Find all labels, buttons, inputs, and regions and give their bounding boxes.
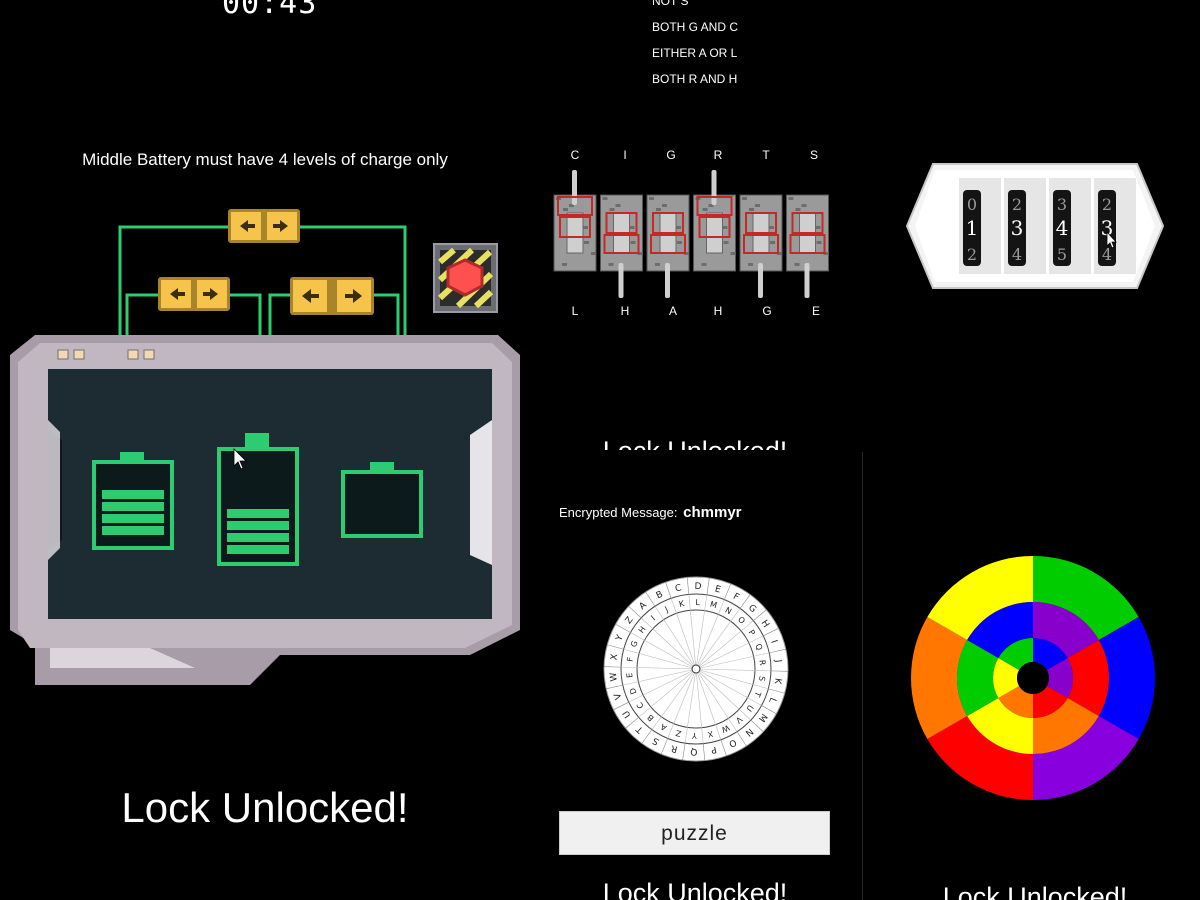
- dial-digit: 2: [1102, 195, 1112, 214]
- switch-bottom-label: A: [668, 304, 677, 318]
- combination-lock: 012234345234: [905, 163, 1165, 289]
- dial-digit: 2: [1012, 195, 1022, 214]
- color-lock-status-wrap: Lock Unlocked!: [900, 885, 1170, 900]
- cipher-inner-letter: E: [625, 672, 634, 678]
- toggle-switch[interactable]: [553, 170, 597, 272]
- color-wheel[interactable]: [908, 553, 1158, 803]
- toggle-switch[interactable]: [646, 194, 690, 298]
- clue-both-g-c: BOTH G AND C: [652, 20, 739, 34]
- encrypted-message-value: chmmyr: [683, 504, 742, 521]
- cipher-lock-status-wrap: Lock Unlocked!: [560, 880, 830, 900]
- top-arrow-pair: [228, 209, 300, 243]
- cipher-inner-letter: L: [695, 598, 700, 607]
- clue-both-r-h: BOTH R AND H: [652, 72, 738, 86]
- switch-top-label: S: [809, 148, 818, 162]
- dial-digit: 5: [1057, 245, 1067, 264]
- battery-instruction: Middle Battery must have 4 levels of cha…: [82, 150, 448, 169]
- dial-digit: 4: [1102, 245, 1112, 264]
- switch-bottom-label: E: [811, 304, 820, 318]
- answer-input[interactable]: puzzle: [559, 811, 830, 855]
- dial-digit: 1: [966, 216, 979, 240]
- clue-either-a-l: EITHER A OR L: [652, 46, 738, 60]
- dial-digit: 2: [967, 245, 977, 264]
- switch-bottom-label: H: [620, 304, 630, 318]
- right-arrow-pair: [290, 277, 374, 315]
- battery-left: [92, 452, 174, 550]
- battery-right: [341, 462, 423, 538]
- battery-middle: [217, 433, 299, 566]
- encrypted-message-label: Encrypted Message:: [559, 505, 678, 520]
- switch-lock-status: Lock Unlocked!: [560, 432, 830, 450]
- dial-digit: 0: [967, 195, 977, 214]
- lock-dial[interactable]: 0 1 2: [963, 190, 981, 266]
- cipher-wheel[interactable]: AIBJCKDLEMFN GO HPIQJRKSLTMUNVOWPXQYRZSATB…: [602, 575, 790, 763]
- cipher-lock-status: Lock Unlocked!: [602, 880, 788, 900]
- switch-bottom-label: H: [713, 304, 723, 318]
- toggle-switch[interactable]: [786, 194, 829, 298]
- switch-top-label: R: [713, 148, 723, 162]
- color-wheel-center: [1017, 662, 1049, 694]
- dial-digit: 4: [1056, 216, 1069, 240]
- battery-puzzle: [10, 209, 520, 685]
- red-hex-button: [433, 243, 498, 313]
- cipher-outer-letter: W: [609, 672, 620, 682]
- cipher-inner-letter: Y: [692, 731, 698, 740]
- clue-not-s: NOT S: [652, 0, 689, 8]
- battery-lock-status: Lock Unlocked!: [121, 784, 409, 831]
- panel-divider: [862, 452, 863, 900]
- toggle-switch[interactable]: [600, 194, 643, 298]
- left-arrow-pair: [158, 277, 230, 311]
- switch-top-label: T: [762, 148, 770, 162]
- switch-bottom-label: L: [571, 304, 579, 318]
- switch-top-label: G: [666, 148, 676, 162]
- dial-digit: 3: [1057, 195, 1067, 214]
- lock-dial[interactable]: 3 4 5: [1053, 190, 1071, 266]
- color-lock-status: Lock Unlocked!: [942, 885, 1128, 900]
- toggle-switch-row[interactable]: [548, 165, 838, 305]
- switch-lock-status-wrap: Lock Unlocked!: [560, 432, 830, 450]
- countdown-timer: 00:43: [222, 0, 318, 21]
- switch-bottom-label: G: [762, 304, 772, 318]
- lock-dial[interactable]: 234: [1098, 190, 1116, 266]
- encrypted-message: Encrypted Message: chmmyr: [559, 504, 742, 521]
- switch-top-label: C: [570, 148, 580, 162]
- toggle-switch[interactable]: [739, 194, 783, 298]
- switch-top-label: I: [623, 148, 627, 162]
- toggle-switch[interactable]: [693, 170, 736, 272]
- dial-digit: 4: [1012, 245, 1022, 264]
- cipher-outer-letter: Q: [690, 746, 697, 756]
- lock-dial[interactable]: 2 3 4: [1008, 190, 1026, 266]
- cipher-outer-letter: D: [694, 582, 701, 592]
- dial-digit: 3: [1011, 216, 1024, 240]
